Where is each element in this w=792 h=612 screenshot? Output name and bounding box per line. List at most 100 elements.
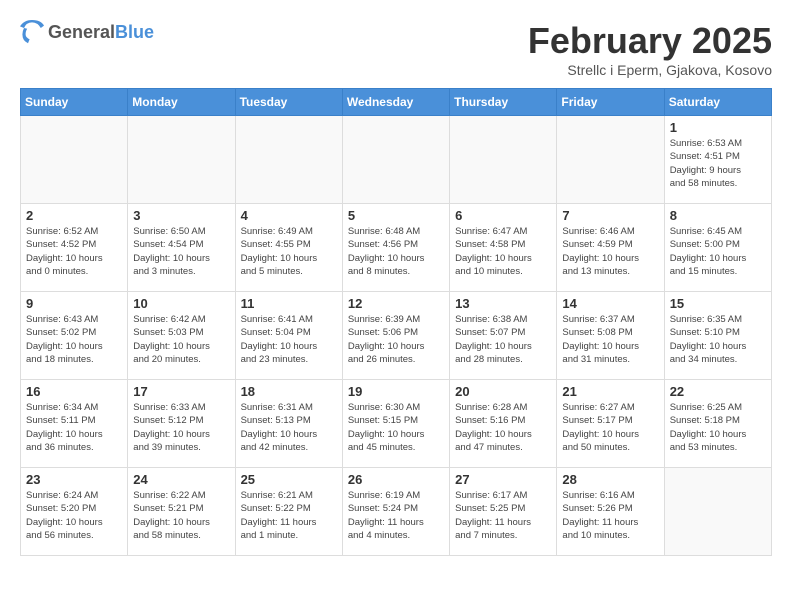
day-info: Sunrise: 6:48 AM Sunset: 4:56 PM Dayligh… [348,225,444,278]
day-number: 26 [348,472,444,487]
calendar-cell: 5 Sunrise: 6:48 AM Sunset: 4:56 PM Daylig… [342,204,449,292]
calendar-cell: 17 Sunrise: 6:33 AM Sunset: 5:12 PM Dayli… [128,380,235,468]
title-block: February 2025 Strellc i Eperm, Gjakova, … [528,20,772,78]
logo: GeneralBlue [20,20,154,44]
calendar-cell: 27 Sunrise: 6:17 AM Sunset: 5:25 PM Dayli… [450,468,557,556]
day-info: Sunrise: 6:17 AM Sunset: 5:25 PM Dayligh… [455,489,551,542]
day-number: 15 [670,296,766,311]
calendar-cell: 14Sunrise: 6:37 AM Sunset: 5:08 PM Dayli… [557,292,664,380]
day-info: Sunrise: 6:41 AM Sunset: 5:04 PM Dayligh… [241,313,337,366]
week-row-3: 9 Sunrise: 6:43 AM Sunset: 5:02 PM Daylig… [21,292,772,380]
logo-general-text: General [48,22,115,42]
calendar-title: February 2025 [528,20,772,62]
calendar-cell: 24 Sunrise: 6:22 AM Sunset: 5:21 PM Dayli… [128,468,235,556]
day-info: Sunrise: 6:19 AM Sunset: 5:24 PM Dayligh… [348,489,444,542]
day-number: 9 [26,296,122,311]
week-row-5: 23Sunrise: 6:24 AM Sunset: 5:20 PM Dayli… [21,468,772,556]
calendar-cell: 3 Sunrise: 6:50 AM Sunset: 4:54 PM Daylig… [128,204,235,292]
day-number: 2 [26,208,122,223]
day-number: 16 [26,384,122,399]
calendar-cell: 13 Sunrise: 6:38 AM Sunset: 5:07 PM Dayli… [450,292,557,380]
day-info: Sunrise: 6:45 AM Sunset: 5:00 PM Dayligh… [670,225,766,278]
calendar-cell: 12 Sunrise: 6:39 AM Sunset: 5:06 PM Dayli… [342,292,449,380]
calendar-cell: 10Sunrise: 6:42 AM Sunset: 5:03 PM Dayli… [128,292,235,380]
day-number: 4 [241,208,337,223]
day-number: 18 [241,384,337,399]
day-info: Sunrise: 6:22 AM Sunset: 5:21 PM Dayligh… [133,489,229,542]
day-header-tuesday: Tuesday [235,89,342,116]
day-number: 6 [455,208,551,223]
calendar-subtitle: Strellc i Eperm, Gjakova, Kosovo [528,62,772,78]
calendar-cell: 25 Sunrise: 6:21 AM Sunset: 5:22 PM Dayli… [235,468,342,556]
calendar-cell: 19 Sunrise: 6:30 AM Sunset: 5:15 PM Dayli… [342,380,449,468]
logo-blue-text: Blue [115,22,154,42]
week-row-4: 16 Sunrise: 6:34 AM Sunset: 5:11 PM Dayli… [21,380,772,468]
day-header-thursday: Thursday [450,89,557,116]
header-row: SundayMondayTuesdayWednesdayThursdayFrid… [21,89,772,116]
day-header-sunday: Sunday [21,89,128,116]
day-info: Sunrise: 6:38 AM Sunset: 5:07 PM Dayligh… [455,313,551,366]
day-info: Sunrise: 6:28 AM Sunset: 5:16 PM Dayligh… [455,401,551,454]
calendar-cell [342,116,449,204]
calendar-cell: 28Sunrise: 6:16 AM Sunset: 5:26 PM Dayli… [557,468,664,556]
day-number: 1 [670,120,766,135]
day-info: Sunrise: 6:52 AM Sunset: 4:52 PM Dayligh… [26,225,122,278]
day-number: 17 [133,384,229,399]
logo-icon [20,20,44,44]
day-number: 25 [241,472,337,487]
week-row-2: 2 Sunrise: 6:52 AM Sunset: 4:52 PM Daylig… [21,204,772,292]
calendar-cell: 21Sunrise: 6:27 AM Sunset: 5:17 PM Dayli… [557,380,664,468]
calendar-cell [128,116,235,204]
day-info: Sunrise: 6:31 AM Sunset: 5:13 PM Dayligh… [241,401,337,454]
day-info: Sunrise: 6:53 AM Sunset: 4:51 PM Dayligh… [670,137,766,190]
day-info: Sunrise: 6:24 AM Sunset: 5:20 PM Dayligh… [26,489,122,542]
calendar-cell: 7Sunrise: 6:46 AM Sunset: 4:59 PM Daylig… [557,204,664,292]
calendar-cell: 1 Sunrise: 6:53 AM Sunset: 4:51 PM Daylig… [664,116,771,204]
day-number: 19 [348,384,444,399]
day-number: 5 [348,208,444,223]
day-header-monday: Monday [128,89,235,116]
day-number: 13 [455,296,551,311]
day-info: Sunrise: 6:34 AM Sunset: 5:11 PM Dayligh… [26,401,122,454]
day-info: Sunrise: 6:33 AM Sunset: 5:12 PM Dayligh… [133,401,229,454]
calendar-cell [21,116,128,204]
calendar-cell: 4 Sunrise: 6:49 AM Sunset: 4:55 PM Daylig… [235,204,342,292]
day-info: Sunrise: 6:39 AM Sunset: 5:06 PM Dayligh… [348,313,444,366]
calendar-cell: 2 Sunrise: 6:52 AM Sunset: 4:52 PM Daylig… [21,204,128,292]
page-header: GeneralBlue February 2025 Strellc i Eper… [20,20,772,78]
day-info: Sunrise: 6:30 AM Sunset: 5:15 PM Dayligh… [348,401,444,454]
calendar-cell: 8 Sunrise: 6:45 AM Sunset: 5:00 PM Daylig… [664,204,771,292]
calendar-cell: 18 Sunrise: 6:31 AM Sunset: 5:13 PM Dayli… [235,380,342,468]
calendar-cell: 6 Sunrise: 6:47 AM Sunset: 4:58 PM Daylig… [450,204,557,292]
day-header-wednesday: Wednesday [342,89,449,116]
calendar-cell: 9 Sunrise: 6:43 AM Sunset: 5:02 PM Daylig… [21,292,128,380]
calendar-cell: 15Sunrise: 6:35 AM Sunset: 5:10 PM Dayli… [664,292,771,380]
day-number: 8 [670,208,766,223]
day-info: Sunrise: 6:47 AM Sunset: 4:58 PM Dayligh… [455,225,551,278]
day-info: Sunrise: 6:50 AM Sunset: 4:54 PM Dayligh… [133,225,229,278]
day-header-saturday: Saturday [664,89,771,116]
day-info: Sunrise: 6:21 AM Sunset: 5:22 PM Dayligh… [241,489,337,542]
day-number: 14 [562,296,658,311]
day-number: 22 [670,384,766,399]
calendar-cell: 23Sunrise: 6:24 AM Sunset: 5:20 PM Dayli… [21,468,128,556]
week-row-1: 1 Sunrise: 6:53 AM Sunset: 4:51 PM Daylig… [21,116,772,204]
day-number: 28 [562,472,658,487]
calendar-table: SundayMondayTuesdayWednesdayThursdayFrid… [20,88,772,556]
day-header-friday: Friday [557,89,664,116]
calendar-cell: 11Sunrise: 6:41 AM Sunset: 5:04 PM Dayli… [235,292,342,380]
calendar-cell [664,468,771,556]
day-number: 20 [455,384,551,399]
day-info: Sunrise: 6:25 AM Sunset: 5:18 PM Dayligh… [670,401,766,454]
day-number: 12 [348,296,444,311]
calendar-cell [450,116,557,204]
day-number: 27 [455,472,551,487]
day-info: Sunrise: 6:27 AM Sunset: 5:17 PM Dayligh… [562,401,658,454]
day-number: 3 [133,208,229,223]
calendar-cell [235,116,342,204]
day-info: Sunrise: 6:43 AM Sunset: 5:02 PM Dayligh… [26,313,122,366]
calendar-cell: 22 Sunrise: 6:25 AM Sunset: 5:18 PM Dayli… [664,380,771,468]
day-number: 24 [133,472,229,487]
calendar-cell: 20 Sunrise: 6:28 AM Sunset: 5:16 PM Dayli… [450,380,557,468]
day-info: Sunrise: 6:49 AM Sunset: 4:55 PM Dayligh… [241,225,337,278]
